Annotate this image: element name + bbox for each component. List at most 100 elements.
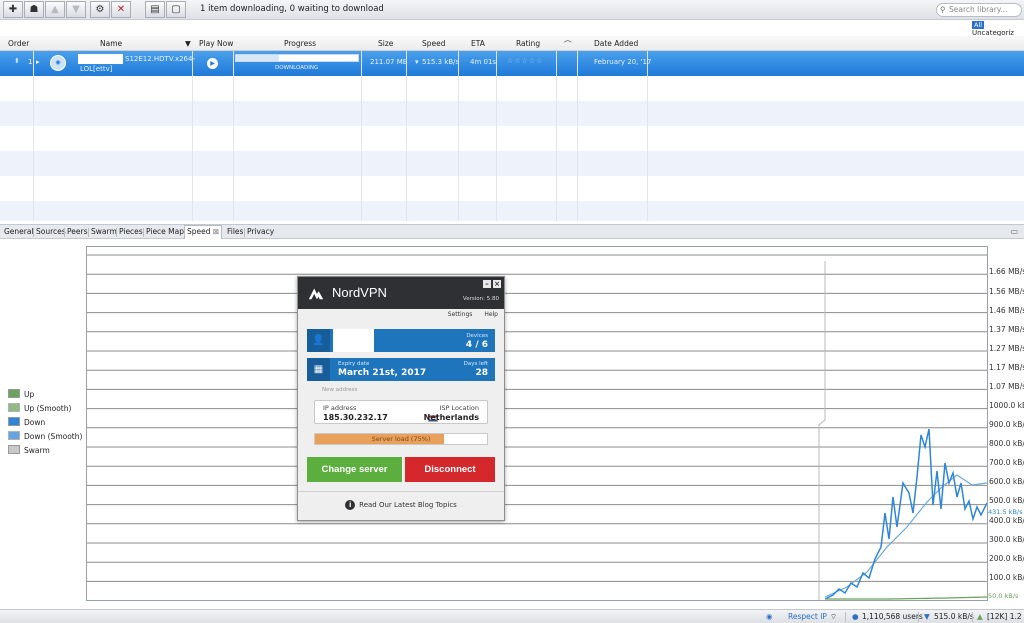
col-divider: [458, 51, 459, 221]
tab-swarm[interactable]: Swarm: [89, 227, 119, 236]
speed-graph-svg: [87, 254, 987, 600]
graph-grid: [87, 254, 987, 582]
open-url-icon[interactable]: ☗: [24, 1, 44, 18]
nordvpn-titlebar[interactable]: NordVPN – × Version: 5.80: [298, 277, 504, 309]
tab-sources[interactable]: Sources: [34, 227, 68, 236]
table-row[interactable]: ⬍ 1 ▸ ◉ S12E12.HDTV.x264- LOL[ettv] ▶ DO…: [0, 51, 1024, 76]
y-tick: 1.56 MB/s: [989, 287, 1024, 296]
help-link[interactable]: Help: [484, 311, 498, 318]
add-torrent-icon[interactable]: ✚: [3, 1, 23, 18]
settings-icon[interactable]: ⚙: [90, 1, 110, 18]
tab-pieces[interactable]: Pieces: [117, 227, 145, 236]
status-divider: [972, 612, 973, 622]
legend-up-smooth[interactable]: Up (Smooth): [8, 403, 82, 417]
search-placeholder: Search library...: [949, 5, 1008, 14]
legend-down-smooth[interactable]: Down (Smooth): [8, 431, 82, 445]
close-tab-icon[interactable]: ⊠: [213, 227, 219, 236]
download-rate[interactable]: 515.0 kB/s: [934, 612, 974, 621]
col-speed[interactable]: Speed: [422, 39, 446, 48]
row-eta: 4m 01s: [470, 58, 497, 66]
search-input[interactable]: ⚲ Search library...: [936, 3, 1022, 17]
info-icon: i: [345, 500, 356, 510]
status-bar: ◉ Respect IP ⌔ ● 1,110,568 users ▼ 515.0…: [0, 609, 1024, 623]
account-bar: 👤 Devices 4 / 6: [307, 329, 495, 352]
days-left-value: 28: [475, 368, 488, 378]
tab-peers[interactable]: Peers: [65, 227, 89, 236]
col-divider: [192, 51, 193, 221]
col-rating[interactable]: Rating: [516, 39, 540, 48]
user-icon: 👤: [307, 329, 330, 352]
legend-swarm[interactable]: Swarm: [8, 445, 82, 459]
col-name[interactable]: Name: [100, 39, 122, 48]
up-line: [825, 596, 987, 600]
row-name-line2: LOL[ettv]: [80, 65, 113, 73]
blog-link[interactable]: i Read Our Latest Blog Topics: [298, 500, 504, 510]
expiry-bar: ▦ Expiry date March 21st, 2017 Days left…: [307, 358, 495, 381]
isp-label: ISP Location: [439, 404, 479, 412]
col-size[interactable]: Size: [378, 39, 393, 48]
row-status: DOWNLOADING: [275, 65, 319, 71]
expand-icon[interactable]: ▸: [36, 58, 40, 66]
minimize-panel-icon[interactable]: ▭: [1010, 227, 1018, 236]
col-order[interactable]: Order: [8, 39, 29, 48]
account-redaction: [333, 329, 374, 352]
change-server-button[interactable]: Change server: [307, 457, 402, 482]
y-tick: 200.0 kB/s: [989, 554, 1024, 563]
col-eta[interactable]: ETA: [471, 39, 485, 48]
legend-up[interactable]: Up: [8, 389, 82, 403]
close-icon[interactable]: ×: [493, 280, 501, 288]
col-play-now[interactable]: Play Now: [199, 39, 233, 48]
tab-privacy[interactable]: Privacy: [245, 227, 276, 236]
row-name: S12E12.HDTV.x264-: [125, 55, 195, 63]
col-divider: [233, 51, 234, 221]
empty-row: [0, 101, 1024, 126]
category-selector[interactable]: AllUncategoriz: [972, 21, 1024, 37]
disconnect-button[interactable]: Disconnect: [405, 457, 495, 482]
legend-down[interactable]: Down: [8, 417, 82, 431]
col-date-added[interactable]: Date Added: [594, 39, 638, 48]
y-tick: 1000.0 kB/s: [989, 401, 1024, 410]
nordvpn-menu: Settings Help: [438, 311, 498, 318]
ip-label: IP address: [323, 404, 357, 412]
legend-swatch: [8, 389, 20, 398]
nordvpn-window: NordVPN – × Version: 5.80 Settings Help …: [297, 276, 505, 521]
settings-link[interactable]: Settings: [448, 311, 473, 318]
move-down-icon[interactable]: ▼: [66, 1, 86, 18]
y-tick: 700.0 kB/s: [989, 458, 1024, 467]
legend-label: Down (Smooth): [24, 432, 83, 441]
rating-stars-icon[interactable]: ☆☆☆☆☆: [507, 57, 543, 65]
y-tick: 1.17 MB/s: [989, 363, 1024, 372]
respect-ip-link[interactable]: Respect IP: [788, 612, 827, 621]
toolbar: ✚ ☗ ▲ ▼ ⚙ ✕ ▤ ▢ 1 item downloading, 0 wa…: [0, 0, 1024, 20]
expiry-label: Expiry date: [338, 361, 370, 367]
tab-piece-map[interactable]: Piece Map: [144, 227, 186, 236]
col-progress[interactable]: Progress: [284, 39, 316, 48]
empty-row: [0, 76, 1024, 101]
tab-speed-label: Speed: [187, 227, 211, 236]
play-now-icon[interactable]: ▶: [207, 58, 218, 69]
minimize-icon[interactable]: –: [483, 280, 491, 288]
tab-files[interactable]: Files: [225, 227, 245, 236]
view-detail-icon[interactable]: ▢: [166, 1, 186, 18]
swarm-marker-line: [818, 261, 826, 600]
privacy-shield-icon[interactable]: ◉: [766, 612, 773, 621]
users-icon: ●: [852, 612, 859, 621]
upload-rate[interactable]: [12K] 1.2 kB: [987, 612, 1024, 621]
tab-general[interactable]: General: [2, 227, 36, 236]
detail-tabs: General Sources Peers Swarm Pieces Piece…: [0, 224, 1024, 239]
view-list-icon[interactable]: ▤: [145, 1, 165, 18]
devices-value: 4 / 6: [465, 340, 488, 350]
expiry-value: March 21st, 2017: [338, 368, 427, 378]
network-icon[interactable]: ⌔: [830, 612, 837, 622]
legend-swatch: [8, 403, 20, 412]
order-arrows-icon[interactable]: ⬍: [14, 57, 20, 65]
move-up-icon[interactable]: ▲: [45, 1, 65, 18]
nordvpn-logo-icon: [308, 288, 324, 300]
col-divider: [577, 51, 578, 221]
new-address-link[interactable]: New address: [322, 387, 357, 393]
tab-speed[interactable]: Speed ⊠: [184, 225, 223, 239]
remove-icon[interactable]: ✕: [111, 1, 131, 18]
legend-label: Up: [24, 390, 35, 399]
y-tick: 900.0 kB/s: [989, 420, 1024, 429]
col-divider: [647, 51, 648, 221]
